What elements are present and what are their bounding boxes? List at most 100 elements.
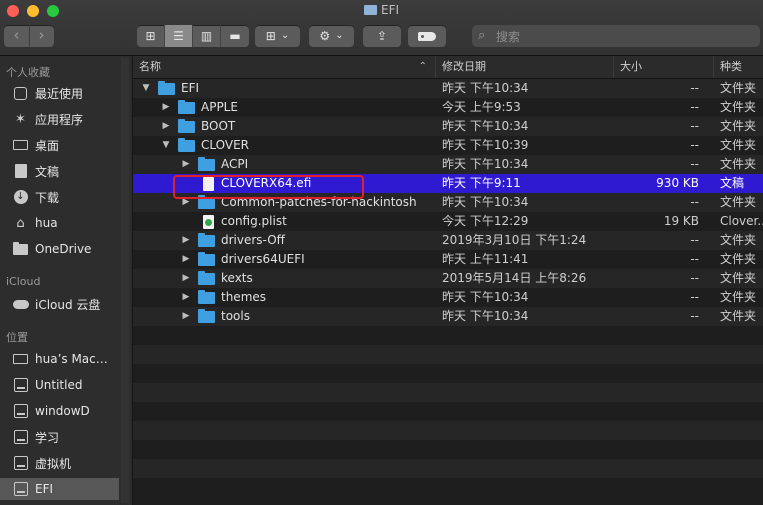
sidebar-item-untitled[interactable]: Untitled [0,374,119,396]
file-kind: 文件夹 [720,271,757,285]
disclosure-collapsed-icon[interactable]: ▶ [181,157,191,172]
file-size: -- [690,157,699,171]
action-button[interactable]: ⚙ ⌄ [309,25,354,47]
share-button[interactable]: ⇪ [363,25,401,47]
disclosure-collapsed-icon[interactable]: ▶ [181,252,191,267]
sidebar-item-mac[interactable]: hua’s Mac… [0,348,119,370]
file-date: 昨天 下午10:39 [442,138,529,152]
file-kind: 文件夹 [720,233,757,247]
group-by-button[interactable]: ⊞ ⌄ [255,25,300,47]
annotation-highlight-box [173,175,364,199]
folder-row[interactable]: ▶ themes 昨天 下午10:34 -- 文件夹 [133,288,763,307]
folder-row[interactable]: ▼ EFI 昨天 下午10:34 -- 文件夹 [133,79,763,98]
sidebar-item-label: 应用程序 [35,112,84,127]
file-size: 19 KB [663,214,699,228]
edit-tags-button[interactable] [408,25,446,47]
sidebar-item-label: 虚拟机 [35,456,72,471]
file-date: 昨天 上午11:41 [442,252,529,266]
folder-icon [198,309,215,323]
sidebar-item-label: hua [35,216,58,230]
sidebar-item-home[interactable]: ⌂ hua [0,212,119,234]
sidebar-item-icloud-drive[interactable]: iCloud 云盘 [0,293,119,315]
folder-row[interactable]: ▶ drivers64UEFI 昨天 上午11:41 -- 文件夹 [133,250,763,269]
column-size-header[interactable]: 大小 [614,56,714,78]
search-input[interactable] [494,27,748,47]
folder-row[interactable]: ▶ kexts 2019年5月14日 上午8:26 -- 文件夹 [133,269,763,288]
sidebar-item-vm[interactable]: 虚拟机 [0,452,119,474]
column-name-label: 名称 [139,60,161,73]
folder-row[interactable]: ▶ ACPI 昨天 下午10:34 -- 文件夹 [133,155,763,174]
file-name: APPLE [201,100,238,114]
folder-icon [198,290,215,304]
column-date-header[interactable]: 修改日期 [436,56,614,78]
disclosure-collapsed-icon[interactable]: ▶ [181,290,191,305]
gallery-view-button[interactable]: ▬ [221,25,249,47]
folder-icon [198,157,215,171]
column-header: 名称 ⌃ 修改日期 大小 种类 [133,56,763,79]
file-size: -- [690,309,699,323]
disclosure-expanded-icon[interactable]: ▼ [141,81,151,96]
sidebar-item-downloads[interactable]: ↓ 下载 [0,186,119,208]
folder-row[interactable]: ▼ CLOVER 昨天 下午10:39 -- 文件夹 [133,136,763,155]
folder-row[interactable]: ▶ APPLE 今天 上午9:53 -- 文件夹 [133,98,763,117]
sidebar-section-locations: 位置 [6,331,28,344]
column-kind-header[interactable]: 种类 [714,56,763,78]
column-view-button[interactable]: ▥ [193,25,221,47]
plist-file-icon [203,215,214,229]
list-view-button[interactable]: ☰ [165,25,193,47]
file-kind: 文件夹 [720,195,757,209]
disclosure-collapsed-icon[interactable]: ▶ [181,309,191,324]
file-row[interactable]: config.plist 今天 下午12:29 19 KB Clover... [133,212,763,231]
sidebar-item-onedrive[interactable]: OneDrive [0,238,119,260]
sidebar-item-label: 最近使用 [35,86,84,101]
search-field[interactable]: ⌕ [472,25,760,47]
sidebar-item-study[interactable]: 学习 [0,426,119,448]
column-kind-label: 种类 [720,60,742,73]
empty-row [133,383,763,402]
empty-row [133,459,763,478]
file-kind: 文件夹 [720,252,757,266]
empty-row [133,364,763,383]
sidebar-item-efi[interactable]: EFI [0,478,119,500]
back-button[interactable]: ‹ [4,25,30,47]
empty-row [133,326,763,345]
desktop-icon [12,137,29,154]
file-kind: 文件夹 [720,81,757,95]
sort-ascending-icon: ⌃ [418,61,427,72]
empty-row [133,478,763,497]
file-date: 昨天 下午10:34 [442,309,529,323]
disclosure-expanded-icon[interactable]: ▼ [161,138,171,153]
disclosure-collapsed-icon[interactable]: ▶ [161,100,171,115]
sidebar-item-applications[interactable]: ✶ 应用程序 [0,108,119,130]
icon-view-button[interactable]: ⊞ [137,25,165,47]
empty-row [133,345,763,364]
sidebar-item-documents[interactable]: 文稿 [0,160,119,182]
disk-icon [12,403,29,420]
file-date: 昨天 下午10:34 [442,157,529,171]
disclosure-collapsed-icon[interactable]: ▶ [181,271,191,286]
empty-row [133,421,763,440]
disclosure-collapsed-icon[interactable]: ▶ [161,119,171,134]
chevron-down-icon: ⌄ [280,30,290,41]
empty-row [133,402,763,421]
sidebar-item-label: windowD [35,404,90,418]
sidebar-item-recents[interactable]: 最近使用 [0,82,119,104]
sidebar-item-label: iCloud 云盘 [35,297,101,312]
folder-row[interactable]: ▶ drivers-Off 2019年3月10日 下午1:24 -- 文件夹 [133,231,763,250]
folder-row[interactable]: ▶ BOOT 昨天 下午10:34 -- 文件夹 [133,117,763,136]
sidebar-item-label: EFI [35,482,54,496]
group-grid-icon: ⊞ [265,29,276,43]
gear-icon: ⚙ [319,29,331,43]
sidebar-item-label: hua’s Mac… [35,352,108,366]
sidebar-item-windowd[interactable]: windowD [0,400,119,422]
column-name-header[interactable]: 名称 ⌃ [133,56,436,78]
forward-button[interactable]: › [29,25,54,47]
file-name: themes [221,290,267,304]
disk-icon [12,481,29,498]
sidebar-item-desktop[interactable]: 桌面 [0,134,119,156]
file-size: -- [690,233,699,247]
disclosure-collapsed-icon[interactable]: ▶ [181,233,191,248]
computer-icon [12,351,29,368]
sidebar-scrollbar[interactable] [121,58,129,503]
folder-row[interactable]: ▶ tools 昨天 下午10:34 -- 文件夹 [133,307,763,326]
